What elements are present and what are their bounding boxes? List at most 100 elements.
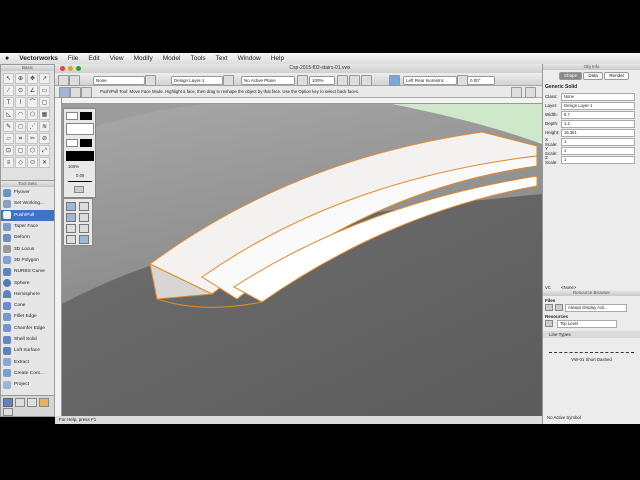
snap-angle-icon[interactable]	[66, 213, 76, 222]
width-field[interactable]: 6.7	[561, 110, 635, 119]
pen-preview[interactable]	[66, 151, 94, 161]
apple-icon[interactable]: ●	[0, 55, 14, 62]
height-field[interactable]: 16.351	[561, 128, 635, 137]
snap-object-icon[interactable]	[79, 202, 89, 211]
y-scale-field[interactable]: 1	[561, 146, 635, 155]
diamond-tool-icon[interactable]: ◇	[15, 157, 26, 168]
back-arrow-icon[interactable]	[58, 75, 69, 86]
tool-cone[interactable]: Cone	[1, 300, 54, 311]
quarter-arc-tool-icon[interactable]: ◠	[15, 109, 26, 120]
fill-color-swatch[interactable]	[80, 112, 92, 120]
pen-style-icon[interactable]	[66, 139, 78, 147]
reshape-tool-icon[interactable]: ⊡	[3, 145, 14, 156]
flyover-tool-icon[interactable]: ✥	[27, 73, 38, 84]
line-tool-icon[interactable]: ∕	[3, 85, 14, 96]
tool-extract[interactable]: Extract	[1, 356, 54, 367]
up-folder-icon[interactable]	[545, 320, 553, 327]
snap-grid-icon[interactable]	[66, 202, 76, 211]
snap-loci-icon[interactable]	[66, 235, 76, 244]
tool-taper-face[interactable]: Taper Face	[1, 221, 54, 232]
square-tool-icon[interactable]: ◻	[15, 121, 26, 132]
3d-model-view[interactable]	[62, 104, 542, 416]
zoom-dropdown[interactable]: 100%	[309, 76, 335, 85]
tool-chamfer-edge[interactable]: Chamfer Edge	[1, 323, 54, 334]
drawing-area[interactable]	[62, 104, 542, 416]
menu-model[interactable]: Model	[158, 55, 186, 62]
folder-icon[interactable]	[555, 304, 563, 311]
tool-push-pull[interactable]: Push/Pull	[1, 209, 54, 221]
menu-view[interactable]: View	[105, 55, 129, 62]
frame-tool-icon[interactable]: ▢	[15, 145, 26, 156]
tool-3d-polygon[interactable]: 3D Polygon	[1, 255, 54, 266]
tool-loft-surface[interactable]: Loft Surface	[1, 345, 54, 356]
view-dropdown[interactable]: Left Rear Isometric	[403, 76, 457, 85]
subtract-mode-icon[interactable]	[81, 87, 92, 98]
site-toolset-icon[interactable]	[39, 398, 49, 407]
tool-3d-locus[interactable]: 3D Locus	[1, 243, 54, 254]
class-options-icon[interactable]	[145, 75, 156, 86]
files-dropdown[interactable]: Always Display Acti...	[565, 303, 627, 312]
tab-shape[interactable]: Shape	[559, 72, 583, 80]
plane-dropdown[interactable]: No Active Plane	[241, 76, 295, 85]
depth-field[interactable]: 1.2	[561, 119, 635, 128]
x-scale-field[interactable]: 1	[561, 137, 635, 146]
snap-intersection-icon[interactable]	[79, 213, 89, 222]
building-toolset-icon[interactable]	[27, 398, 37, 407]
oval-tool-icon[interactable]: ⬭	[27, 157, 38, 168]
parallelogram-tool-icon[interactable]: ▱	[3, 133, 14, 144]
line-type-name[interactable]: VW-01 Short Dashed	[543, 357, 640, 362]
basic-toolset-icon[interactable]	[3, 398, 13, 407]
layer-dropdown[interactable]: Design Layer-1	[171, 76, 223, 85]
class-select[interactable]: None	[561, 92, 635, 101]
snap-distance-icon[interactable]	[66, 224, 76, 233]
furniture-toolset-icon[interactable]	[3, 408, 13, 416]
view-cube-icon[interactable]	[389, 75, 400, 86]
line-types-section[interactable]: Line Types	[543, 331, 640, 338]
tab-data[interactable]: Data	[583, 72, 603, 80]
snap-tangent-icon[interactable]	[79, 224, 89, 233]
line-type-preview[interactable]	[68, 181, 92, 182]
close-window-button[interactable]	[60, 66, 65, 71]
rounded-rect-tool-icon[interactable]: ▢	[39, 97, 50, 108]
grid-tool-icon[interactable]: ⌗	[15, 133, 26, 144]
z-scale-field[interactable]: 1	[561, 155, 635, 164]
hatch-tool-icon[interactable]: ▦	[39, 109, 50, 120]
minimize-window-button[interactable]	[68, 66, 73, 71]
tool-deform[interactable]: Deform	[1, 232, 54, 243]
scale-tool-icon[interactable]: ⤢	[39, 145, 50, 156]
tab-render[interactable]: Render	[604, 72, 630, 80]
tool-fillet-edge[interactable]: Fillet Edge	[1, 311, 54, 322]
pane-selector[interactable]: <None>	[561, 285, 576, 290]
triangle-tool-icon[interactable]: ◺	[3, 109, 14, 120]
class-dropdown[interactable]: None	[93, 76, 145, 85]
tool-set-working-plane[interactable]: Set Working...	[1, 198, 54, 209]
double-line-tool-icon[interactable]: ≋	[39, 121, 50, 132]
render-mode-icon[interactable]	[337, 75, 348, 86]
tool-nurbs-curve[interactable]: NURBS Curve	[1, 266, 54, 277]
tool-project[interactable]: Project	[1, 379, 54, 390]
menu-help[interactable]: Help	[266, 55, 289, 62]
zoom-icon[interactable]	[297, 75, 308, 86]
pencil-tool-icon[interactable]: ✎	[3, 121, 14, 132]
app-menu[interactable]: Vectorworks	[14, 55, 63, 62]
arrowhead-icon[interactable]	[74, 186, 84, 193]
tool-shell-solid[interactable]: Shell Solid	[1, 334, 54, 345]
tool-create-contours[interactable]: Create Cont...	[1, 368, 54, 379]
pen-color-swatch[interactable]	[80, 139, 92, 147]
layer-select[interactable]: Design Layer-1	[561, 101, 635, 110]
rectangle-tool-icon[interactable]: ▭	[39, 85, 50, 96]
fill-preview[interactable]	[66, 123, 94, 135]
move-face-mode-icon[interactable]	[59, 87, 70, 98]
menu-modify[interactable]: Modify	[129, 55, 158, 62]
help-icon[interactable]	[525, 87, 536, 98]
tool-hemisphere[interactable]: Hemisphere	[1, 289, 54, 300]
layer-options-icon[interactable]	[223, 75, 234, 86]
resources-dropdown[interactable]: Top Level	[557, 319, 617, 328]
angle-field[interactable]: 0.00°	[467, 76, 495, 85]
mirror-tool-icon[interactable]: ≡	[3, 157, 14, 168]
house-icon[interactable]	[545, 304, 553, 311]
circle-tool-icon[interactable]: ⊙	[15, 85, 26, 96]
lights-icon[interactable]	[361, 75, 372, 86]
snap-edge-icon[interactable]	[79, 235, 89, 244]
menu-edit[interactable]: Edit	[83, 55, 104, 62]
